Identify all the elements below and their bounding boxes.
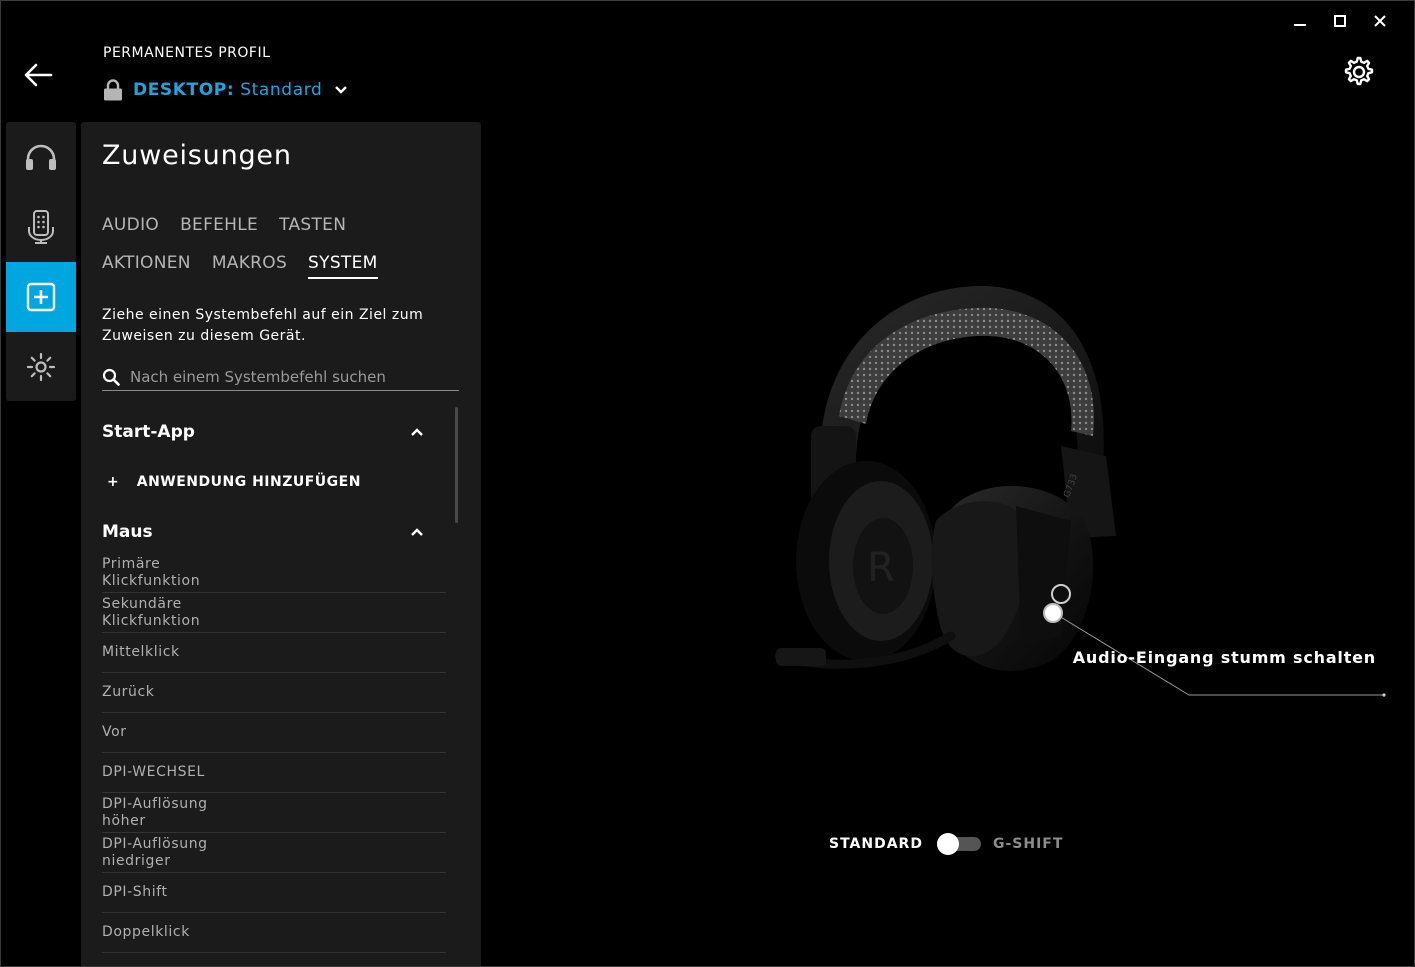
- list-item[interactable]: Sekundäre Klickfunktion: [102, 593, 446, 633]
- list-item[interactable]: Vor: [102, 713, 446, 753]
- maximize-icon[interactable]: [1320, 11, 1360, 31]
- search-bar: [102, 364, 459, 391]
- tab-keys[interactable]: TASTEN: [279, 215, 346, 239]
- tab-macros[interactable]: MAKROS: [212, 253, 287, 279]
- list-item[interactable]: Zurück: [102, 673, 446, 713]
- mute-input-hotspot[interactable]: [1043, 603, 1063, 623]
- back-button[interactable]: [23, 61, 59, 91]
- section-start-app[interactable]: Start-App: [102, 422, 424, 442]
- section-mouse-label: Maus: [102, 522, 153, 542]
- scrollbar[interactable]: [455, 407, 458, 523]
- list-item[interactable]: DPI-WECHSEL: [102, 753, 446, 793]
- list-item[interactable]: Mittelklick: [102, 633, 446, 673]
- list-item[interactable]: Doppelklick: [102, 913, 446, 953]
- list-item[interactable]: Primäre Klickfunktion: [102, 553, 446, 593]
- profile-selector[interactable]: DESKTOP: Standard: [103, 77, 348, 103]
- lock-icon: [104, 79, 122, 101]
- mode-switch: STANDARD G-SHIFT: [829, 833, 1063, 855]
- panel-description: Ziehe einen Systembefehl auf ein Ziel zu…: [102, 307, 424, 344]
- list-item[interactable]: DPI-Auflösung höher: [102, 793, 446, 833]
- assignment-plus-icon: [26, 282, 56, 312]
- tab-system[interactable]: SYSTEM: [308, 253, 378, 279]
- microphone-icon: [28, 210, 54, 244]
- list-item[interactable]: DPI-Shift: [102, 873, 446, 913]
- tab-audio[interactable]: AUDIO: [102, 215, 159, 239]
- lighting-sun-icon: [26, 352, 56, 382]
- add-application-button[interactable]: + ANWENDUNG HINZUFÜGEN: [107, 474, 361, 490]
- headphones-icon: [26, 144, 56, 170]
- headset-image: R G733: [774, 285, 1116, 671]
- mode-gshift-label: G-SHIFT: [992, 836, 1064, 852]
- profile-caption: PERMANENTES PROFIL: [103, 45, 271, 61]
- add-application-label: ANWENDUNG HINZUFÜGEN: [136, 474, 361, 490]
- tabs-row-1: AUDIO BEFEHLE TASTEN: [102, 215, 346, 239]
- chevron-up-icon: [411, 528, 423, 536]
- device-nav-rail: [6, 122, 76, 401]
- section-start-app-label: Start-App: [102, 422, 195, 442]
- profile-device: DESKTOP:: [133, 80, 235, 100]
- mouse-command-list: Primäre Klickfunktion Sekundäre Klickfun…: [102, 553, 446, 953]
- arrow-left-icon: [24, 63, 53, 87]
- tab-commands[interactable]: BEFEHLE: [180, 215, 258, 239]
- profile-name: Standard: [240, 80, 323, 100]
- chevron-down-icon: [335, 86, 348, 94]
- rail-item-microphone[interactable]: [6, 192, 76, 262]
- list-item[interactable]: DPI-Auflösung niedriger: [102, 833, 446, 873]
- app-window: PERMANENTES PROFIL DESKTOP: Standard Zuw…: [0, 0, 1415, 967]
- rail-item-assignments[interactable]: [6, 262, 76, 332]
- mode-standard-label: STANDARD: [829, 836, 923, 852]
- svg-text:R: R: [867, 545, 895, 591]
- close-icon[interactable]: [1360, 11, 1400, 31]
- gshift-toggle[interactable]: [936, 833, 981, 855]
- rail-item-lighting[interactable]: [6, 332, 76, 401]
- minimize-icon[interactable]: [1280, 11, 1320, 31]
- gear-icon: [1344, 56, 1374, 86]
- search-icon: [102, 368, 120, 386]
- tabs-row-2: AKTIONEN MAKROS SYSTEM: [102, 253, 378, 279]
- search-input[interactable]: [130, 368, 459, 386]
- plus-icon: +: [107, 474, 119, 490]
- chevron-up-icon: [411, 428, 423, 436]
- window-controls: [1280, 11, 1400, 31]
- rail-item-audio[interactable]: [6, 122, 76, 192]
- settings-button[interactable]: [1342, 55, 1376, 89]
- section-mouse[interactable]: Maus: [102, 522, 424, 542]
- tab-actions[interactable]: AKTIONEN: [102, 253, 191, 279]
- callout-label: Audio-Eingang stumm schalten: [1072, 648, 1376, 667]
- assignments-panel: Zuweisungen AUDIO BEFEHLE TASTEN AKTIONE…: [81, 122, 481, 966]
- panel-title: Zuweisungen: [102, 140, 292, 171]
